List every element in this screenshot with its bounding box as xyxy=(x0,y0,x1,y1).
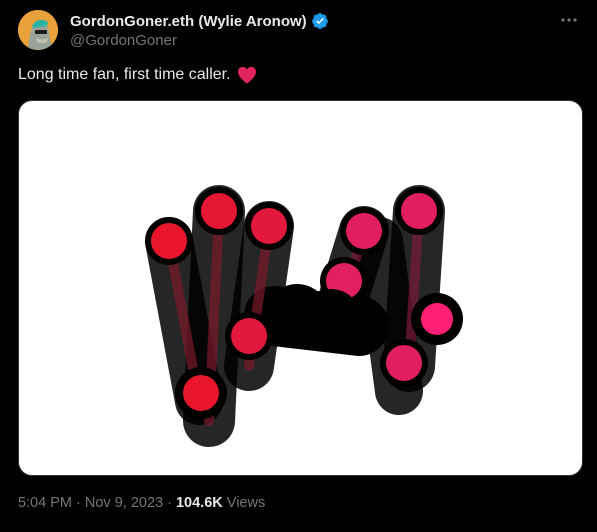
tweet-date[interactable]: Nov 9, 2023 xyxy=(85,495,163,511)
heart-emoji-icon xyxy=(237,66,257,84)
ape-avatar-icon xyxy=(18,10,58,50)
name-row: GordonGoner.eth (Wylie Aronow) xyxy=(70,11,329,31)
more-options-icon[interactable] xyxy=(557,10,581,30)
tweet: GordonGoner.eth (Wylie Aronow) @GordonGo… xyxy=(0,0,597,532)
separator: · xyxy=(72,495,85,511)
abstract-M-logo-image xyxy=(145,185,463,447)
verified-badge-icon[interactable] xyxy=(311,12,329,30)
views-label: Views xyxy=(222,495,266,511)
views-count[interactable]: 104.6K xyxy=(176,495,223,511)
tweet-text: Long time fan, first time caller. xyxy=(18,66,257,84)
separator: · xyxy=(163,495,176,511)
tweet-time[interactable]: 5:04 PM xyxy=(18,495,72,511)
handle[interactable]: @GordonGoner xyxy=(70,32,177,49)
media-image[interactable] xyxy=(18,100,583,476)
tweet-meta: 5:04 PM · Nov 9, 2023 · 104.6K Views xyxy=(18,495,265,511)
tweet-text-content: Long time fan, first time caller. xyxy=(18,66,231,83)
avatar[interactable] xyxy=(18,10,58,50)
display-name[interactable]: GordonGoner.eth (Wylie Aronow) xyxy=(70,13,307,30)
